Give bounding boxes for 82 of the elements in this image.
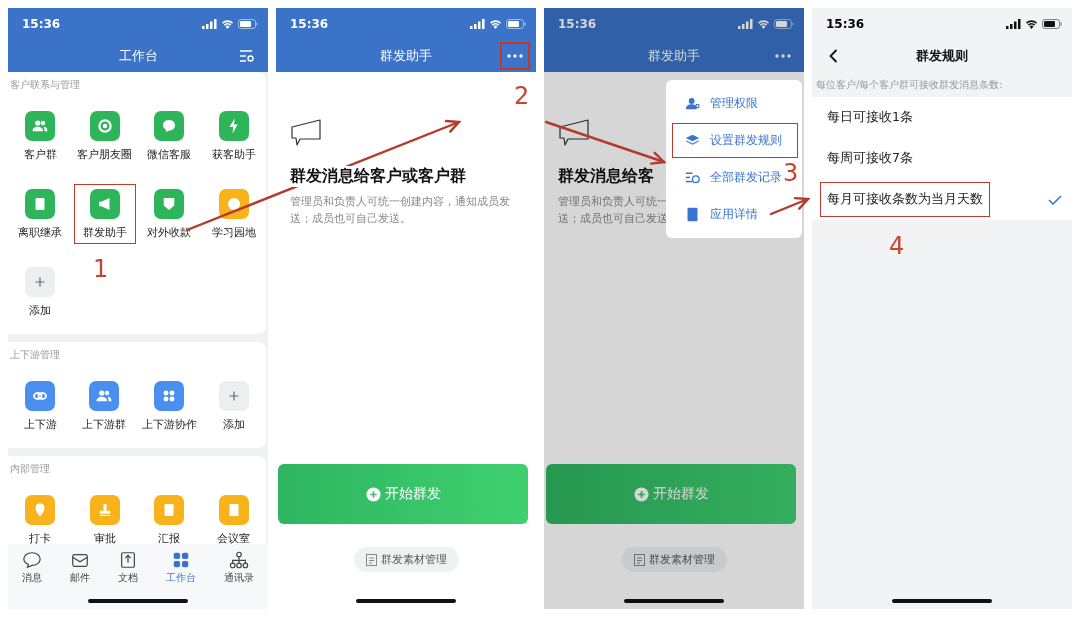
app-shortcut[interactable]: 对外收款 <box>142 186 197 242</box>
tab[interactable]: 通讯录 <box>224 550 254 585</box>
step-number: 2 <box>514 83 530 109</box>
signal-icon <box>202 19 217 29</box>
signal-icon <box>738 19 753 29</box>
document-icon <box>633 553 645 566</box>
status-time: 15:36 <box>558 17 597 31</box>
option-label: 每月可接收条数为当月天数 <box>820 182 990 217</box>
app-shortcut[interactable]: 客户朋友圈 <box>72 108 138 164</box>
plus-circle-icon <box>365 486 381 502</box>
section-title: 内部管理 <box>9 462 51 476</box>
step-number: 1 <box>93 256 109 282</box>
menu-item[interactable]: 设置群发规则 <box>672 123 798 158</box>
more-button[interactable] <box>500 42 530 70</box>
list-clock-icon <box>685 170 700 185</box>
menu-item[interactable]: 应用详情 <box>672 197 798 232</box>
checkmark-icon <box>1048 194 1062 205</box>
section-title: 上下游管理 <box>9 348 61 362</box>
grid-icon <box>171 550 191 570</box>
tab[interactable]: 文档 <box>118 550 138 585</box>
plus-circle-icon <box>633 486 649 502</box>
tab[interactable]: 消息 <box>22 550 42 585</box>
screen-title: 群发规则 <box>915 47 969 65</box>
app-shortcut[interactable]: 群发助手 <box>73 184 136 244</box>
plus-icon <box>25 267 56 297</box>
status-time: 15:36 <box>826 17 865 31</box>
materials-button[interactable]: 群发素材管理 <box>621 547 727 572</box>
status-time: 15:36 <box>22 17 61 31</box>
app-shortcut[interactable]: 上下游群 <box>77 378 132 434</box>
layers-icon <box>685 133 700 148</box>
option-label: 每周可接收7条 <box>826 149 914 167</box>
document-icon <box>365 553 377 566</box>
settings-icon <box>239 49 255 63</box>
step-number: 3 <box>783 160 799 186</box>
app-shortcut[interactable]: 客户群 <box>18 108 62 164</box>
tab[interactable]: 邮件 <box>70 550 90 585</box>
megaphone-outline-icon <box>558 118 592 148</box>
step-number: 4 <box>889 233 905 259</box>
app-shortcut[interactable]: 获客助手 <box>206 108 261 164</box>
more-icon <box>507 54 523 58</box>
person-icon <box>685 96 700 111</box>
app-shortcut[interactable]: 离职继承 <box>13 186 68 242</box>
app-shortcut[interactable]: 学习园地 <box>206 186 261 242</box>
document-icon <box>118 550 138 570</box>
menu-item[interactable]: 管理权限 <box>672 86 798 121</box>
option-row[interactable]: 每周可接收7条 <box>812 138 1072 179</box>
app-shortcut[interactable]: 上下游 <box>18 378 62 434</box>
tab[interactable]: 工作台 <box>166 550 196 585</box>
option-row[interactable]: 每日可接收1条 <box>812 97 1072 138</box>
plus-icon <box>218 381 249 411</box>
status-time: 15:36 <box>290 17 329 31</box>
more-icon <box>775 54 791 58</box>
app-shortcut[interactable]: 添加 <box>20 264 61 320</box>
app-shortcut[interactable]: 添加 <box>213 378 254 434</box>
wifi-icon <box>1025 19 1038 29</box>
heading: 群发消息给客户或客户群 <box>290 166 466 187</box>
document-icon <box>685 207 700 222</box>
wifi-icon <box>757 19 770 29</box>
chat-bubble-icon <box>22 550 42 570</box>
battery-icon <box>238 19 258 29</box>
screen-title: 群发助手 <box>379 47 433 65</box>
heading: 群发消息给客 <box>558 166 654 187</box>
screen-title: 群发助手 <box>647 47 701 65</box>
wifi-icon <box>221 19 234 29</box>
battery-icon <box>1042 19 1062 29</box>
megaphone-outline-icon <box>290 118 324 148</box>
description: 管理员和负责人可统一创建内容，通知成员发 送；成员也可自己发送。 <box>290 194 510 226</box>
signal-icon <box>470 19 485 29</box>
back-icon <box>828 49 838 63</box>
battery-icon <box>506 19 526 29</box>
app-shortcut[interactable]: 微信客服 <box>142 108 197 164</box>
signal-icon <box>1006 19 1021 29</box>
arrow <box>769 196 811 216</box>
option-row[interactable]: 每月可接收条数为当月天数 <box>812 179 1072 220</box>
screen-title: 工作台 <box>117 47 159 65</box>
org-chart-icon <box>229 550 249 570</box>
wifi-icon <box>489 19 502 29</box>
caption-text: 每位客户/每个客户群可接收群发消息条数: <box>815 78 1004 92</box>
materials-button[interactable]: 群发素材管理 <box>353 547 459 572</box>
option-label: 每日可接收1条 <box>826 108 914 126</box>
section-title: 客户联系与管理 <box>9 78 81 92</box>
app-shortcut[interactable]: 上下游协作 <box>136 378 202 434</box>
